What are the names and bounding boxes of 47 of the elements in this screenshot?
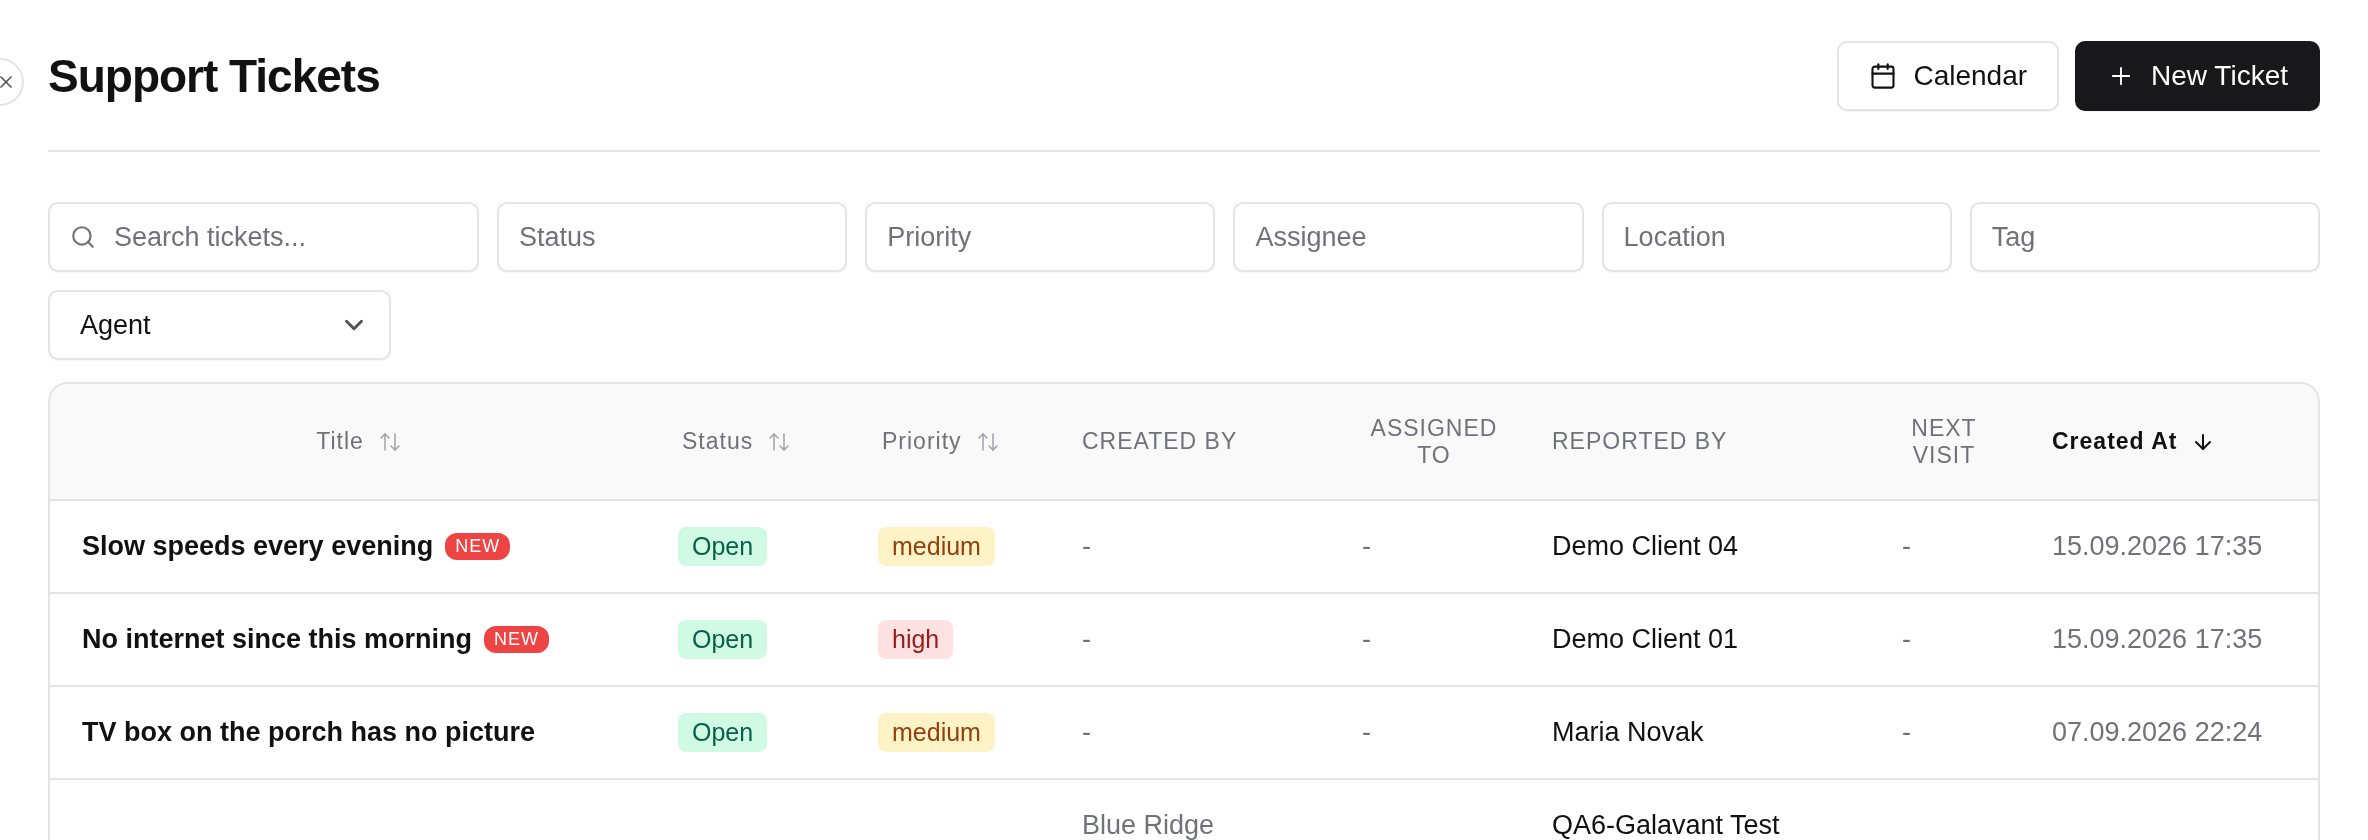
calendar-icon [1869,62,1898,90]
created-by-cell: - [1082,717,1091,748]
assigned-to-cell: - [1362,717,1371,748]
created-at-cell: 07.09.2026 22:24 [2052,717,2263,748]
assigned-to-cell: - [1362,531,1371,562]
ticket-title[interactable]: Slow speeds every evening [82,531,434,562]
reported-by-cell: Demo Client 04 [1552,531,1739,562]
new-badge: NEW [445,533,511,560]
column-header: CREATED BY [1082,428,1238,455]
column-header[interactable]: Created At [2052,428,2178,455]
created-by-cell: - [1082,624,1091,655]
ticket-title[interactable]: No internet since this morning [82,624,473,655]
search-field[interactable]: Search tickets... [48,202,479,272]
created-by-cell: Blue Ridge [1082,810,1215,840]
filter-field[interactable]: Tag [1969,202,2320,272]
reported-by-cell: QA6-Galavant Test [1552,810,1780,840]
assigned-to-cell: - [1362,624,1371,655]
new-ticket-button[interactable]: New Ticket [2075,41,2320,111]
status-tag: Open [678,620,768,659]
filter-field[interactable]: Status [497,202,848,272]
reported-by-cell: Demo Client 01 [1552,624,1739,655]
column-header: REPORTED BY [1552,428,1728,455]
column-header: ASSIGNED TO [1369,414,1499,469]
priority-tag: medium [878,527,995,566]
next-visit-cell: - [1902,624,1911,655]
ticket-title[interactable]: TV box on the porch has no picture [82,717,536,748]
filter-field[interactable]: Priority [865,202,1216,272]
created-at-cell: 15.09.2026 17:35 [2052,624,2263,655]
priority-tag: high [878,620,954,659]
filter-field[interactable]: Assignee [1233,202,1584,272]
agent-dropdown[interactable]: Agent [48,290,391,360]
status-tag: Open [678,527,768,566]
new-badge: NEW [484,626,550,653]
column-header[interactable]: Title [316,428,364,455]
column-header[interactable]: Status [682,428,754,455]
page-title: Support Tickets [48,49,380,103]
created-at-cell: 15.09.2026 17:35 [2052,531,2263,562]
calendar-button[interactable]: Calendar [1837,41,2060,111]
next-visit-cell: - [1902,531,1911,562]
next-visit-cell: - [1902,717,1911,748]
reported-by-cell: Maria Novak [1552,717,1704,748]
priority-tag: medium [878,713,995,752]
column-header[interactable]: Priority [882,428,962,455]
column-header: NEXT VISIT [1910,414,1978,469]
status-tag: Open [678,713,768,752]
created-by-cell: - [1082,531,1091,562]
filter-field[interactable]: Location [1601,202,1952,272]
